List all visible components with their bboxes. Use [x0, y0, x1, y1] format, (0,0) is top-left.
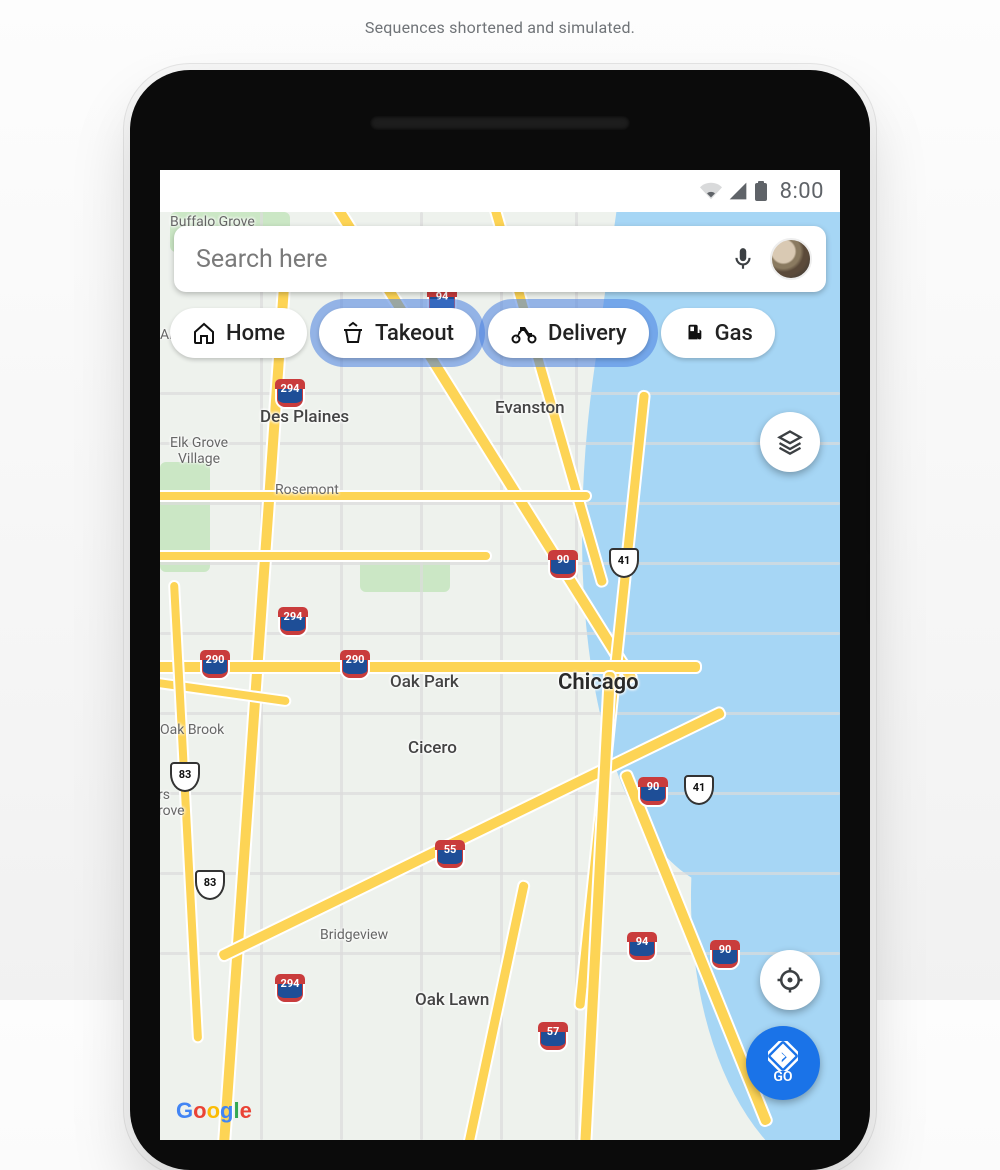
city-chicago: Chicago — [558, 670, 639, 695]
search-placeholder: Search here — [196, 245, 716, 274]
chip-home[interactable]: Home — [170, 308, 307, 358]
city-rs-rove: rs rove — [160, 787, 185, 819]
chip-label: Takeout — [375, 321, 454, 346]
battery-icon — [754, 180, 768, 202]
chip-label: Gas — [715, 321, 753, 346]
city-oak-lawn: Oak Lawn — [415, 990, 489, 1010]
home-icon — [192, 321, 216, 345]
city-evanston: Evanston — [495, 398, 565, 418]
crosshair-icon — [775, 965, 805, 995]
map-canvas[interactable]: Buffalo Grove Arlin… Des Plaines Elk Gro… — [160, 212, 840, 1140]
shield-i290: 290 — [340, 650, 370, 680]
hwy-57 — [458, 881, 529, 1140]
wifi-icon — [700, 180, 722, 202]
shield-i57: 57 — [538, 1022, 568, 1052]
chip-delivery[interactable]: Delivery — [488, 308, 649, 358]
shield-i90: 90 — [710, 940, 740, 970]
go-button[interactable]: GO — [746, 1026, 820, 1100]
delivery-icon — [510, 321, 538, 345]
avatar[interactable] — [770, 238, 812, 280]
phone-frame: 8:00 — [130, 70, 870, 1170]
caption-text: Sequences shortened and simulated. — [0, 18, 1000, 37]
chip-label: Delivery — [548, 321, 627, 346]
directions-icon — [768, 1041, 798, 1071]
city-des-plaines: Des Plaines — [260, 407, 349, 427]
hwy-north-2 — [160, 552, 490, 560]
go-label: GO — [773, 1069, 792, 1085]
city-elk-grove: Elk Grove Village — [170, 435, 228, 467]
hwy-dan-ryan — [579, 672, 615, 1140]
shield-us83: 83 — [195, 870, 225, 900]
chip-label: Home — [226, 321, 285, 346]
layers-button[interactable] — [760, 412, 820, 472]
gas-icon — [683, 321, 705, 345]
city-oak-park: Oak Park — [390, 672, 459, 692]
city-bridgeview: Bridgeview — [320, 927, 388, 943]
status-bar: 8:00 — [160, 170, 840, 212]
city-rosemont: Rosemont — [275, 482, 339, 498]
chip-gas[interactable]: Gas — [661, 308, 775, 358]
shield-i294: 294 — [275, 379, 305, 409]
phone-screen: 8:00 — [160, 170, 840, 1140]
hwy-north — [160, 492, 590, 500]
city-oak-brook: Oak Brook — [160, 722, 224, 738]
chip-takeout[interactable]: Takeout — [319, 308, 476, 358]
microphone-icon[interactable] — [730, 246, 756, 272]
shield-i290: 290 — [200, 650, 230, 680]
takeout-icon — [341, 321, 365, 345]
city-cicero: Cicero — [408, 738, 457, 758]
status-time: 8:00 — [780, 179, 824, 204]
shield-i294: 294 — [278, 607, 308, 637]
shield-i90: 90 — [548, 550, 578, 580]
my-location-button[interactable] — [760, 950, 820, 1010]
google-logo: Google — [176, 1098, 252, 1124]
shield-i94: 94 — [627, 932, 657, 962]
layers-icon — [776, 428, 804, 456]
shield-us83: 83 — [170, 762, 200, 792]
search-bar[interactable]: Search here — [174, 226, 826, 292]
cellular-icon — [728, 181, 748, 201]
earpiece — [370, 116, 630, 130]
shield-i55: 55 — [435, 840, 465, 870]
filter-chips-row: Home Takeout Delivery Gas — [160, 308, 840, 358]
shield-i90: 90 — [638, 777, 668, 807]
